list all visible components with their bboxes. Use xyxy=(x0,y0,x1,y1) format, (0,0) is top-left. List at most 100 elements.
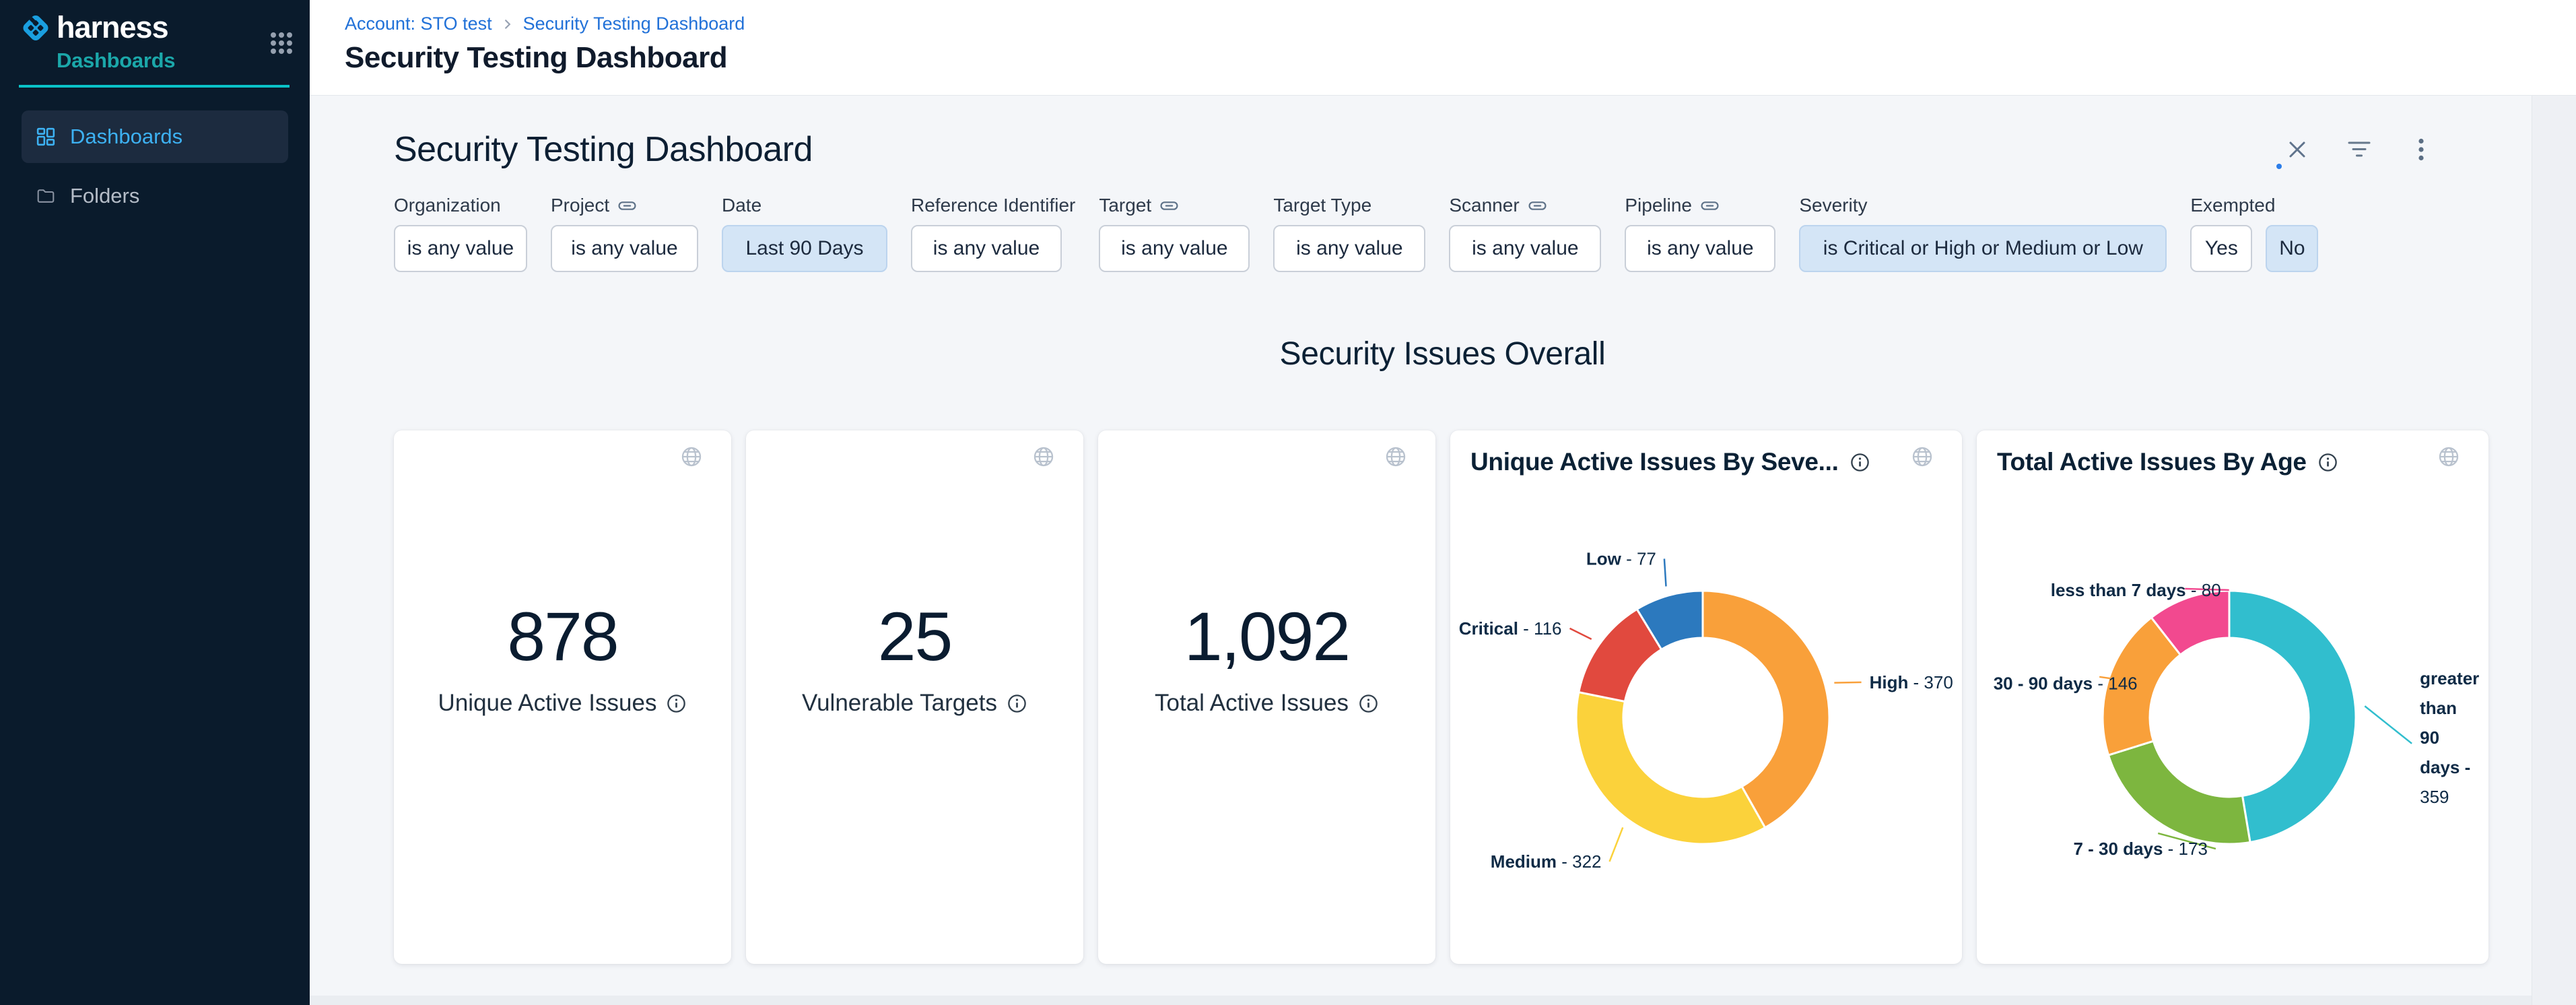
chart-card-unique-active-issues-by-seve: Unique Active Issues By Seve... High - 3… xyxy=(1450,430,1962,964)
filter-value-button[interactable]: Last 90 Days xyxy=(722,225,887,272)
donut-label: greater xyxy=(2420,668,2479,688)
sidebar-nav: Dashboards Folders xyxy=(0,110,310,222)
info-icon[interactable] xyxy=(1358,693,1379,714)
filter-label: Project xyxy=(551,195,609,216)
globe-icon[interactable] xyxy=(1032,445,1055,468)
filter-label: Date xyxy=(722,195,761,216)
donut-slice-greater-than-90-days[interactable] xyxy=(2229,591,2356,842)
dashboard-title: Security Testing Dashboard xyxy=(394,129,813,170)
filter-severity: Severity is Critical or High or Medium o… xyxy=(1799,194,2167,272)
harness-logo-icon xyxy=(20,12,51,44)
chart-card-total-active-issues-by-age: Total Active Issues By Age greaterthan90… xyxy=(1977,430,2488,964)
stat-card-unique-active-issues: 878 Unique Active Issues xyxy=(394,430,731,964)
stat-label: Unique Active Issues xyxy=(438,690,657,717)
filter-label: Organization xyxy=(394,195,501,216)
filter-target-type: Target Type is any value xyxy=(1273,194,1425,272)
vertical-scrollbar[interactable] xyxy=(2532,96,2576,1005)
filter-label: Target xyxy=(1099,195,1151,216)
info-icon[interactable] xyxy=(666,693,687,714)
donut-chart: High - 370Medium - 322Critical - 116Low … xyxy=(1450,480,1962,918)
exempted-yes-button[interactable]: Yes xyxy=(2190,225,2252,272)
dashboards-icon xyxy=(36,127,55,146)
dashboard-panel: Security Testing Dashboard xyxy=(310,95,2576,1005)
stat-card-vulnerable-targets: 25 Vulnerable Targets xyxy=(746,430,1083,964)
label-leader-line xyxy=(1834,682,1861,683)
filter-value-button[interactable]: is any value xyxy=(551,225,698,272)
filter-icon[interactable] xyxy=(2346,137,2372,162)
stat-label: Vulnerable Targets xyxy=(802,690,997,717)
sidebar-item-folders[interactable]: Folders xyxy=(22,170,288,222)
stat-value: 878 xyxy=(394,602,731,671)
chevron-right-icon xyxy=(502,18,514,30)
globe-icon[interactable] xyxy=(680,445,703,468)
donut-label: High - 370 xyxy=(1870,672,1953,692)
breadcrumb-account-link[interactable]: Account: STO test xyxy=(345,13,492,34)
globe-icon[interactable] xyxy=(1911,445,1934,468)
filter-target: Target is any value xyxy=(1099,194,1250,272)
top-bar: Account: STO test Security Testing Dashb… xyxy=(310,0,2576,95)
chart-title: Unique Active Issues By Seve... xyxy=(1470,448,1839,476)
close-icon[interactable] xyxy=(2284,137,2310,162)
globe-icon[interactable] xyxy=(1384,445,1407,468)
donut-chart: greaterthan90days -3597 - 30 days - 1733… xyxy=(1977,480,2488,918)
filter-value-button[interactable]: is any value xyxy=(911,225,1062,272)
info-icon[interactable] xyxy=(2317,452,2338,473)
cards-row: 878 Unique Active Issues 25 Vulnerable T… xyxy=(394,430,2491,964)
donut-slice-high[interactable] xyxy=(1703,591,1829,828)
donut-slice-medium[interactable] xyxy=(1576,692,1765,844)
breadcrumb: Account: STO test Security Testing Dashb… xyxy=(345,13,2576,34)
apps-grid-icon[interactable] xyxy=(269,31,294,55)
exempted-no-button[interactable]: No xyxy=(2266,225,2318,272)
horizontal-scrollbar[interactable] xyxy=(310,996,2532,1005)
filter-pipeline: Pipeline is any value xyxy=(1625,194,1775,272)
filter-value-button[interactable]: is any value xyxy=(394,225,527,272)
stat-value: 25 xyxy=(746,602,1083,671)
module-name: Dashboards xyxy=(57,48,269,73)
info-icon[interactable] xyxy=(1850,452,1870,473)
chart-title: Total Active Issues By Age xyxy=(1997,448,2307,476)
brand-name: harness xyxy=(57,12,269,43)
filter-reference-identifier: Reference Identifier is any value xyxy=(911,194,1075,272)
donut-label: 359 xyxy=(2420,787,2449,807)
filter-organization: Organization is any value xyxy=(394,194,527,272)
filter-exempted: Exempted Yes No xyxy=(2190,194,2318,272)
sidebar-item-label: Dashboards xyxy=(70,125,182,149)
label-leader-line xyxy=(1570,628,1592,639)
module-divider xyxy=(19,85,290,88)
donut-label: Medium - 322 xyxy=(1491,851,1602,872)
sidebar-item-dashboards[interactable]: Dashboards xyxy=(22,110,288,163)
label-leader-line xyxy=(1664,559,1666,587)
filter-scanner: Scanner is any value xyxy=(1449,194,1601,272)
filter-project: Project is any value xyxy=(551,194,698,272)
globe-icon[interactable] xyxy=(2437,445,2460,468)
section-title: Security Issues Overall xyxy=(394,335,2491,372)
filter-value-button[interactable]: is any value xyxy=(1273,225,1425,272)
donut-label: less than 7 days - 80 xyxy=(2051,580,2221,600)
filter-label: Severity xyxy=(1799,195,1867,216)
label-leader-line xyxy=(2365,706,2412,744)
link-icon xyxy=(618,197,636,215)
label-leader-line xyxy=(1610,827,1623,862)
filter-value-button[interactable]: is Critical or High or Medium or Low xyxy=(1799,225,2167,272)
filter-value-button[interactable]: is any value xyxy=(1449,225,1601,272)
folder-icon xyxy=(36,187,55,205)
donut-label: days - xyxy=(2420,757,2470,777)
filter-label: Target Type xyxy=(1273,195,1371,216)
donut-label: 90 xyxy=(2420,727,2439,748)
filter-value-button[interactable]: is any value xyxy=(1625,225,1775,272)
stat-card-total-active-issues: 1,092 Total Active Issues xyxy=(1098,430,1435,964)
donut-label: 30 - 90 days - 146 xyxy=(1994,674,2138,694)
kebab-menu-icon[interactable] xyxy=(2408,137,2434,162)
filter-label: Reference Identifier xyxy=(911,195,1075,216)
breadcrumb-page-link[interactable]: Security Testing Dashboard xyxy=(523,13,745,34)
logo-row: harness Dashboards xyxy=(0,0,310,73)
stat-value: 1,092 xyxy=(1098,602,1435,671)
info-icon[interactable] xyxy=(1007,693,1027,714)
donut-slice-7-30-days[interactable] xyxy=(2109,741,2250,844)
filter-value-button[interactable]: is any value xyxy=(1099,225,1250,272)
donut-label: 7 - 30 days - 173 xyxy=(2073,839,2207,859)
filter-label: Pipeline xyxy=(1625,195,1692,216)
filter-label: Scanner xyxy=(1449,195,1519,216)
filter-date: Date Last 90 Days xyxy=(722,194,887,272)
stat-label: Total Active Issues xyxy=(1155,690,1349,717)
